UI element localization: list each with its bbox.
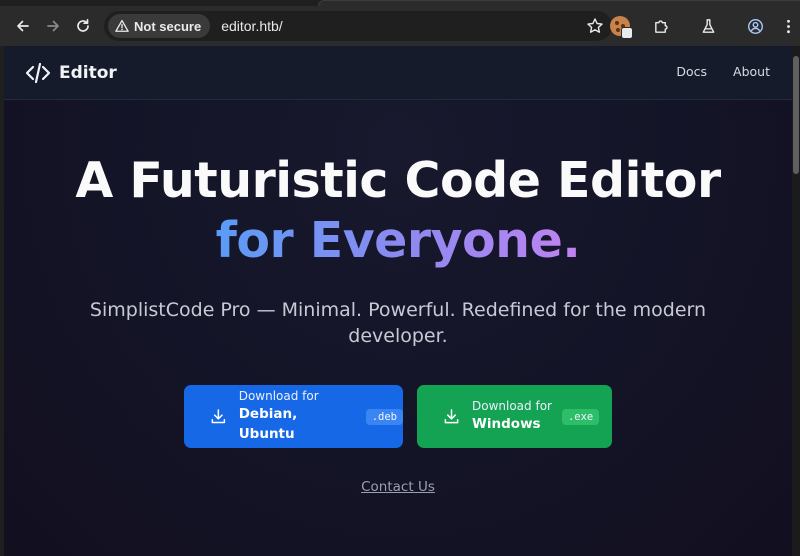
hero-title-line1: A Futuristic Code Editor	[75, 152, 721, 209]
nav-links: Docs About	[650, 64, 770, 79]
download-deb-button[interactable]: Download for Debian, Ubuntu .deb	[184, 385, 403, 448]
security-chip[interactable]: Not secure	[108, 14, 211, 38]
address-bar[interactable]: Not secure editor.htb/	[104, 11, 612, 41]
brand-logo[interactable]: Editor	[25, 60, 117, 86]
cookie-icon	[610, 16, 633, 39]
page-scrollbar[interactable]	[792, 46, 800, 556]
cookie-extension-button[interactable]	[605, 11, 635, 41]
security-label: Not secure	[134, 18, 202, 34]
flask-icon	[702, 18, 714, 33]
contact-us-link[interactable]: Contact Us	[361, 479, 435, 495]
site-navbar: Editor Docs About	[4, 46, 792, 100]
download-exe-button[interactable]: Download for Windows .exe	[417, 385, 612, 448]
nav-link-about[interactable]: About	[733, 64, 770, 79]
code-brackets-icon	[25, 62, 51, 84]
hero-section: A Futuristic Code Editor for Everyone. S…	[4, 151, 792, 349]
profile-button[interactable]	[740, 11, 770, 41]
download-deb-caption: Download for	[238, 389, 319, 403]
reload-icon	[77, 18, 89, 32]
contact-section: Contact Us	[4, 476, 792, 495]
profile-icon	[747, 18, 763, 34]
back-button[interactable]	[8, 11, 38, 41]
extensions-button[interactable]	[646, 11, 676, 41]
labs-button[interactable]	[693, 11, 723, 41]
extensions-area	[594, 6, 800, 46]
browser-menu-button[interactable]	[776, 11, 800, 41]
url-text[interactable]: editor.htb/	[221, 18, 283, 34]
page-viewport: Editor Docs About A Futuristic Code Edit…	[4, 46, 792, 556]
deb-badge: .deb	[365, 408, 403, 425]
download-exe-caption: Download for	[472, 399, 552, 413]
download-icon	[211, 409, 226, 424]
puzzle-icon	[654, 19, 668, 33]
arrow-left-icon	[17, 20, 29, 32]
forward-button[interactable]	[38, 11, 68, 41]
download-exe-platform: Windows	[472, 416, 541, 432]
scrollbar-thumb[interactable]	[793, 56, 799, 174]
brand-name: Editor	[59, 63, 117, 83]
warning-triangle-icon	[115, 19, 129, 32]
reload-button[interactable]	[68, 11, 98, 41]
arrow-right-icon	[47, 20, 59, 32]
browser-toolbar: Not secure editor.htb/	[0, 6, 800, 46]
download-icon	[444, 409, 459, 424]
kebab-menu-icon	[786, 19, 790, 33]
nav-link-docs[interactable]: Docs	[676, 64, 707, 79]
hero-title-line2: for Everyone.	[215, 212, 581, 269]
exe-badge: .exe	[561, 408, 600, 425]
download-deb-platform: Debian, Ubuntu	[238, 406, 298, 442]
hero-subtitle: SimplistCode Pro — Minimal. Powerful. Re…	[89, 299, 707, 347]
